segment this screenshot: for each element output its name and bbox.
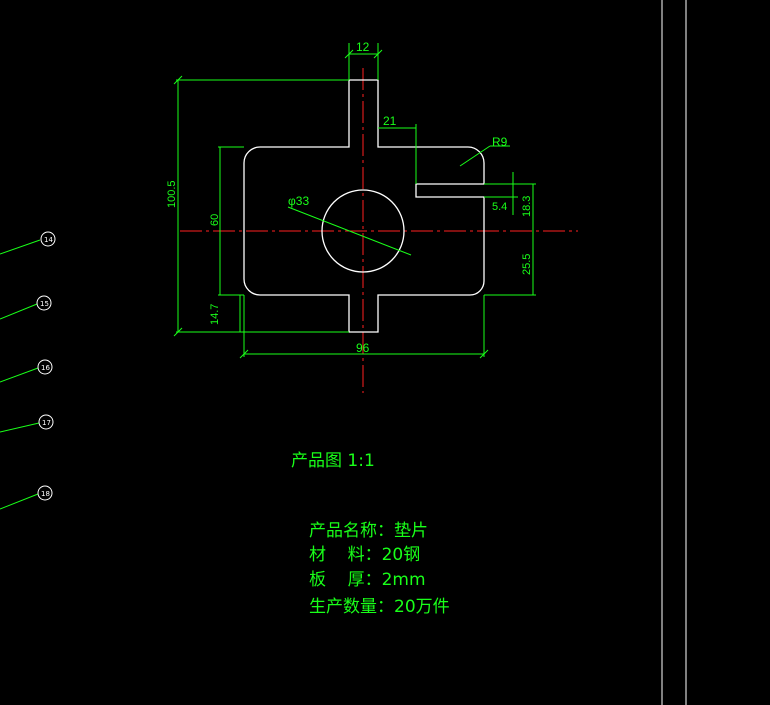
cad-drawing-canvas: 12 21 R9 φ33 100.5 60 14.7 96 5.4 18.3 2… xyxy=(0,0,687,705)
dim-5-4: 5.4 xyxy=(492,201,507,213)
dim-12: 12 xyxy=(356,40,370,54)
balloon-label-16: 16 xyxy=(41,364,50,372)
centerlines xyxy=(180,68,578,393)
dim-100-5: 100.5 xyxy=(166,180,178,208)
balloon-label-18: 18 xyxy=(41,490,50,498)
dim-25-5: 25.5 xyxy=(521,254,533,275)
note-product-name: 产品名称：垫片 xyxy=(309,521,428,541)
balloon-label-17: 17 xyxy=(42,419,51,427)
drawing-frame-border xyxy=(661,0,687,705)
dimension-lines xyxy=(176,43,536,357)
note-quantity: 生产数量：20万件 xyxy=(309,597,450,617)
dim-21: 21 xyxy=(383,114,397,128)
dimension-ticks xyxy=(173,49,489,359)
dim-14-7: 14.7 xyxy=(209,304,221,325)
dim-18-3: 18.3 xyxy=(521,196,533,217)
dim-r9: R9 xyxy=(492,135,508,149)
drawing-title: 产品图 1:1 xyxy=(291,451,375,471)
dim-96: 96 xyxy=(356,341,370,355)
note-thickness: 板 厚：2mm xyxy=(309,570,426,590)
balloon-leaders xyxy=(0,239,41,510)
part-outline xyxy=(243,79,485,333)
balloon-label-14: 14 xyxy=(44,236,53,244)
balloon-label-15: 15 xyxy=(40,300,49,308)
dim-60: 60 xyxy=(209,214,221,226)
dim-phi33: φ33 xyxy=(288,194,309,208)
note-material: 材 料：20钢 xyxy=(309,545,420,565)
